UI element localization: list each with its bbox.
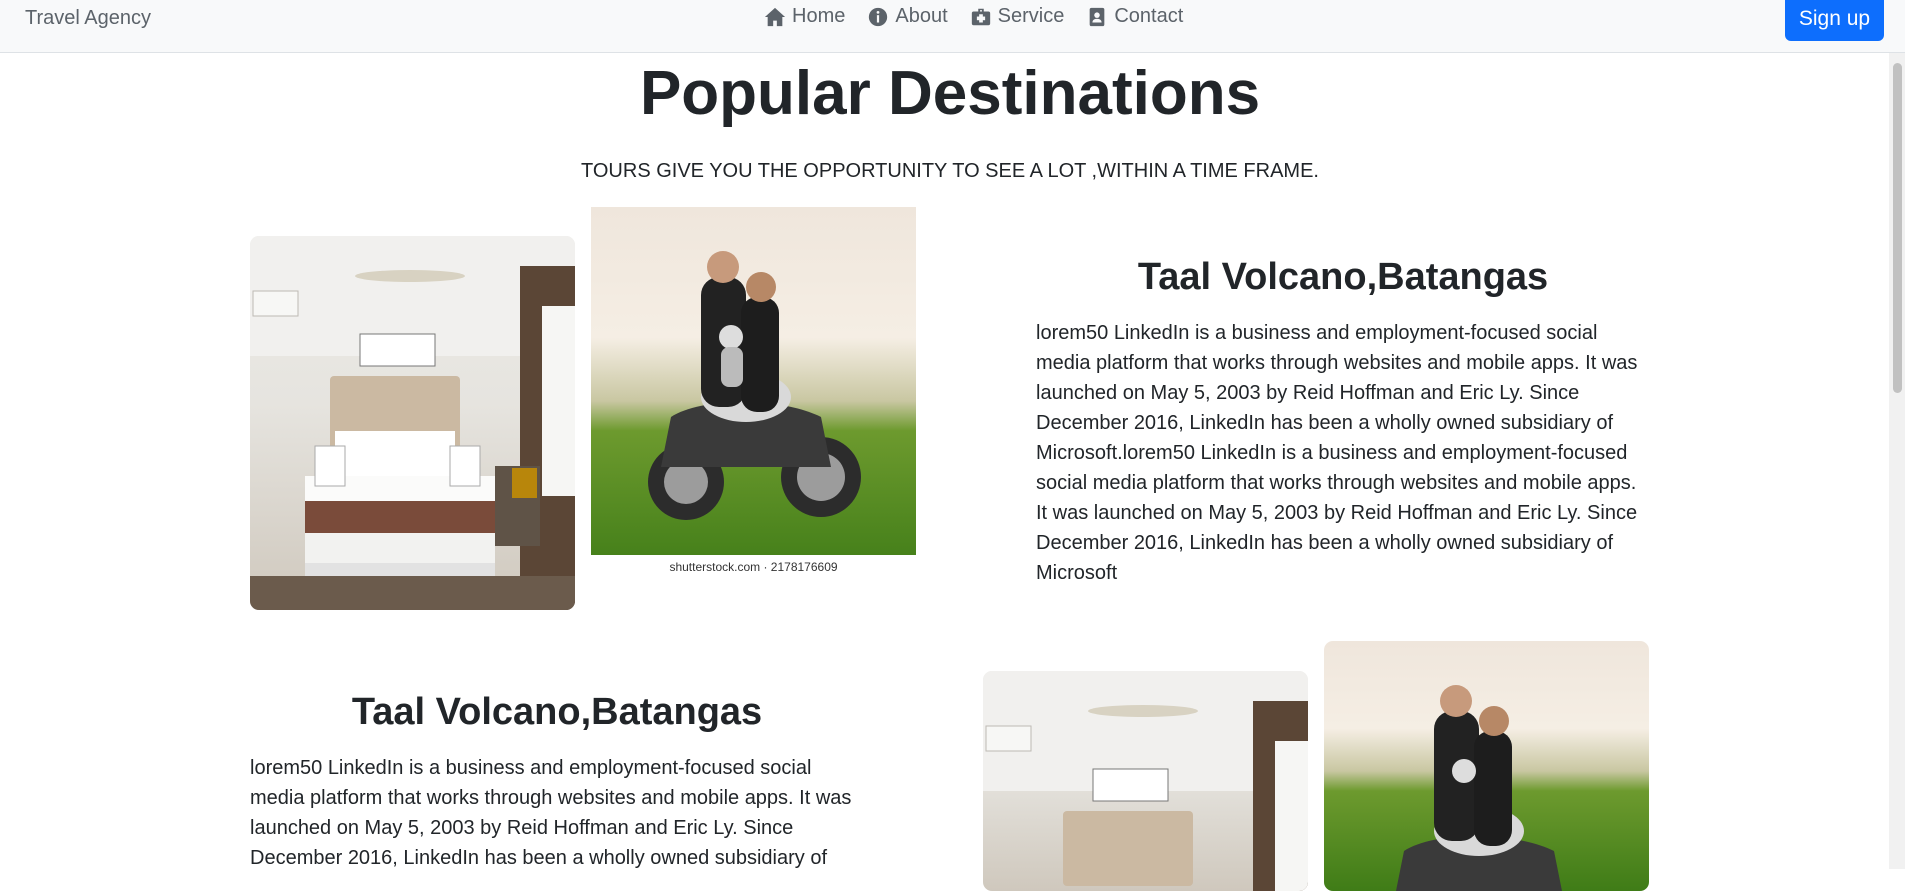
motorcycle-illustration (648, 251, 861, 520)
nav-home-label: Home (792, 5, 846, 27)
destination-title: Taal Volcano,Batangas (1137, 256, 1549, 298)
motorcycle-image (1324, 641, 1649, 891)
bedroom-illustration (250, 236, 575, 610)
page-scrollbar[interactable] (1889, 53, 1905, 869)
bedroom-image (983, 671, 1308, 891)
image-credit: shutterstock.com · 2178176609 (591, 555, 916, 580)
bedroom-image (250, 236, 575, 610)
nav-contact-label: Contact (1114, 5, 1184, 27)
nav-about[interactable]: About (867, 5, 948, 28)
brand-link[interactable]: Travel Agency (25, 7, 151, 30)
navbar: Travel Agency Home About Service Contact… (0, 0, 1905, 53)
scrollbar-thumb[interactable] (1893, 63, 1902, 393)
bedroom-illustration (983, 671, 1308, 891)
motorcycle-illustration (1396, 685, 1562, 891)
info-icon (869, 7, 888, 26)
motorcycle-image: shutterstock.com · 2178176609 (591, 207, 916, 580)
nav-links: Home About Service Contact (764, 5, 1183, 28)
suitcase-icon (971, 8, 990, 25)
nav-home[interactable]: Home (764, 5, 845, 28)
home-icon (764, 7, 786, 26)
destination-description: lorem50 LinkedIn is a business and emplo… (1036, 322, 1638, 584)
nav-service[interactable]: Service (970, 5, 1065, 28)
contact-icon (1089, 7, 1105, 26)
nav-service-label: Service (997, 5, 1065, 27)
page-subtitle: TOURS GIVE YOU THE OPPORTUNITY TO SEE A … (581, 160, 1319, 182)
page-title: Popular Destinations (639, 59, 1261, 128)
nav-about-label: About (895, 5, 948, 27)
nav-contact[interactable]: Contact (1086, 5, 1183, 28)
destination-title: Taal Volcano,Batangas (351, 691, 763, 733)
signup-button[interactable]: Sign up (1785, 0, 1884, 41)
destination-description: lorem50 LinkedIn is a business and emplo… (250, 757, 852, 869)
